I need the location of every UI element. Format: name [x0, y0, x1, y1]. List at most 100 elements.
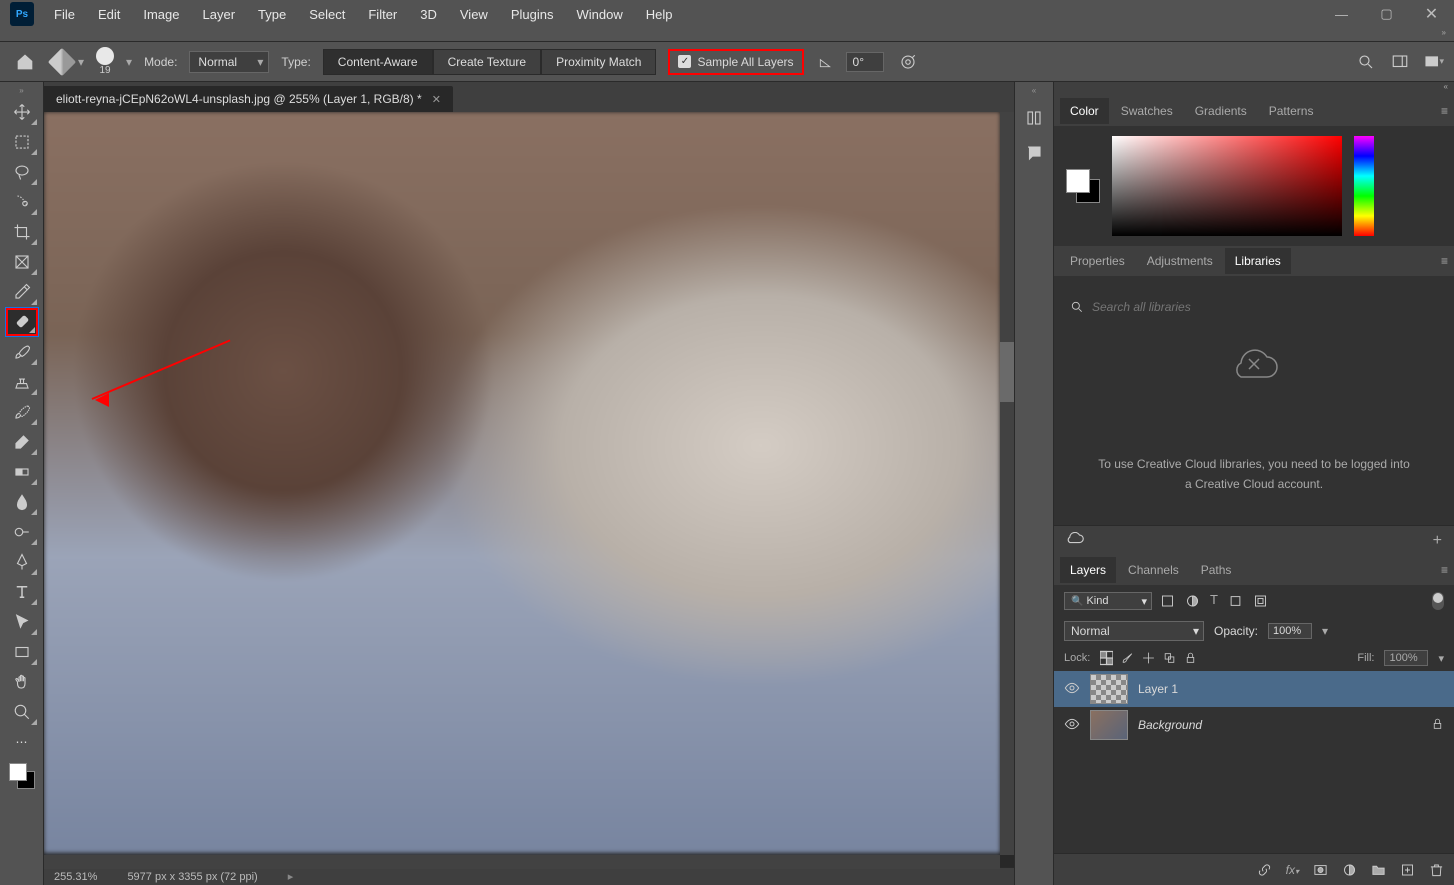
hue-slider[interactable]: [1354, 136, 1374, 236]
brush-preview[interactable]: 19: [96, 47, 114, 76]
blur-tool[interactable]: [6, 488, 38, 516]
tab-paths[interactable]: Paths: [1191, 557, 1242, 583]
menu-select[interactable]: Select: [299, 3, 355, 26]
group-icon[interactable]: [1371, 861, 1386, 879]
type-proximity-match[interactable]: Proximity Match: [541, 49, 656, 75]
canvas[interactable]: [44, 112, 1000, 867]
link-layers-icon[interactable]: [1257, 861, 1272, 879]
minimize-button[interactable]: —: [1319, 0, 1364, 28]
type-content-aware[interactable]: Content-Aware: [323, 49, 433, 75]
visibility-icon[interactable]: [1064, 715, 1080, 736]
eyedropper-tool[interactable]: [6, 278, 38, 306]
mask-icon[interactable]: [1313, 861, 1328, 879]
hand-tool[interactable]: [6, 668, 38, 696]
filter-type-icon[interactable]: T: [1210, 592, 1218, 610]
search-icon[interactable]: [1356, 52, 1376, 72]
filter-smart-icon[interactable]: [1253, 592, 1268, 610]
spot-healing-tool[interactable]: [6, 308, 38, 336]
adjustment-icon[interactable]: [1342, 861, 1357, 879]
filter-adjust-icon[interactable]: [1185, 592, 1200, 610]
zoom-level[interactable]: 255.31%: [54, 871, 97, 883]
tab-color[interactable]: Color: [1060, 98, 1109, 124]
tab-adjustments[interactable]: Adjustments: [1137, 248, 1223, 274]
comments-icon[interactable]: [1025, 144, 1043, 165]
type-tool[interactable]: [6, 578, 38, 606]
document-tab[interactable]: eliott-reyna-jCEpN62oWL4-unsplash.jpg @ …: [44, 86, 453, 112]
quick-select-tool[interactable]: [6, 188, 38, 216]
layer-row[interactable]: Background: [1054, 707, 1454, 743]
menu-layer[interactable]: Layer: [193, 3, 246, 26]
clone-stamp-tool[interactable]: [6, 368, 38, 396]
color-picker[interactable]: [1112, 136, 1342, 236]
brush-tool[interactable]: [6, 338, 38, 366]
layer-name[interactable]: Layer 1: [1138, 682, 1444, 696]
panel-menu-icon[interactable]: ≡: [1441, 254, 1448, 268]
lasso-tool[interactable]: [6, 158, 38, 186]
fx-icon[interactable]: fx▾: [1286, 863, 1299, 877]
panel-menu-icon[interactable]: ≡: [1441, 104, 1448, 118]
lock-pos-icon[interactable]: [1142, 649, 1155, 667]
tab-channels[interactable]: Channels: [1118, 557, 1189, 583]
layer-row[interactable]: Layer 1: [1054, 671, 1454, 707]
opacity-input[interactable]: 100%: [1268, 623, 1312, 639]
menu-window[interactable]: Window: [566, 3, 632, 26]
gradient-tool[interactable]: [6, 458, 38, 486]
menu-type[interactable]: Type: [248, 3, 296, 26]
history-brush-tool[interactable]: [6, 398, 38, 426]
tab-gradients[interactable]: Gradients: [1185, 98, 1257, 124]
new-layer-icon[interactable]: [1400, 861, 1415, 879]
fill-input[interactable]: 100%: [1384, 650, 1428, 666]
layer-name[interactable]: Background: [1138, 718, 1421, 732]
menu-view[interactable]: View: [450, 3, 498, 26]
sample-all-checkbox[interactable]: ✓: [678, 55, 691, 68]
menu-3d[interactable]: 3D: [410, 3, 447, 26]
lock-trans-icon[interactable]: [1100, 649, 1113, 667]
tab-properties[interactable]: Properties: [1060, 248, 1135, 274]
crop-tool[interactable]: [6, 218, 38, 246]
menu-plugins[interactable]: Plugins: [501, 3, 564, 26]
tool-preset-icon[interactable]: [48, 47, 76, 75]
delete-layer-icon[interactable]: [1429, 861, 1444, 879]
pen-tool[interactable]: [6, 548, 38, 576]
edit-toolbar[interactable]: ⋯: [6, 728, 38, 756]
menu-filter[interactable]: Filter: [358, 3, 407, 26]
close-tab-icon[interactable]: ✕: [432, 93, 441, 106]
mode-select[interactable]: Normal: [189, 51, 269, 73]
layer-thumbnail[interactable]: [1090, 674, 1128, 704]
cloud-sync-icon[interactable]: [1066, 532, 1084, 550]
dodge-tool[interactable]: [6, 518, 38, 546]
tab-patterns[interactable]: Patterns: [1259, 98, 1324, 124]
add-icon[interactable]: +: [1433, 532, 1442, 550]
filter-toggle[interactable]: [1432, 592, 1444, 610]
layer-thumbnail[interactable]: [1090, 710, 1128, 740]
tab-swatches[interactable]: Swatches: [1111, 98, 1183, 124]
fg-bg-swatch[interactable]: [1066, 169, 1100, 203]
filter-shape-icon[interactable]: [1228, 592, 1243, 610]
frame-tool[interactable]: [6, 248, 38, 276]
marquee-tool[interactable]: [6, 128, 38, 156]
vertical-scrollbar[interactable]: [1000, 112, 1014, 855]
history-icon[interactable]: [1025, 109, 1043, 130]
tab-libraries[interactable]: Libraries: [1225, 248, 1291, 274]
lock-all-icon[interactable]: [1184, 649, 1197, 667]
move-tool[interactable]: [6, 98, 38, 126]
lock-nest-icon[interactable]: [1163, 649, 1176, 667]
rectangle-tool[interactable]: [6, 638, 38, 666]
lock-paint-icon[interactable]: [1121, 649, 1134, 667]
menu-file[interactable]: File: [44, 3, 85, 26]
library-search[interactable]: [1092, 300, 1438, 314]
blend-mode-select[interactable]: Normal: [1064, 621, 1204, 641]
horizontal-scrollbar[interactable]: [44, 855, 1000, 869]
eraser-tool[interactable]: [6, 428, 38, 456]
tab-layers[interactable]: Layers: [1060, 557, 1116, 583]
path-select-tool[interactable]: [6, 608, 38, 636]
layer-filter-kind[interactable]: Kind: [1064, 592, 1152, 610]
filter-pixel-icon[interactable]: [1160, 592, 1175, 610]
panel-menu-icon[interactable]: ≡: [1441, 563, 1448, 577]
close-button[interactable]: ✕: [1409, 0, 1454, 28]
visibility-icon[interactable]: [1064, 679, 1080, 700]
zoom-tool[interactable]: [6, 698, 38, 726]
color-swatch[interactable]: [9, 763, 35, 789]
menu-image[interactable]: Image: [133, 3, 189, 26]
workspace-icon[interactable]: [1390, 52, 1410, 72]
